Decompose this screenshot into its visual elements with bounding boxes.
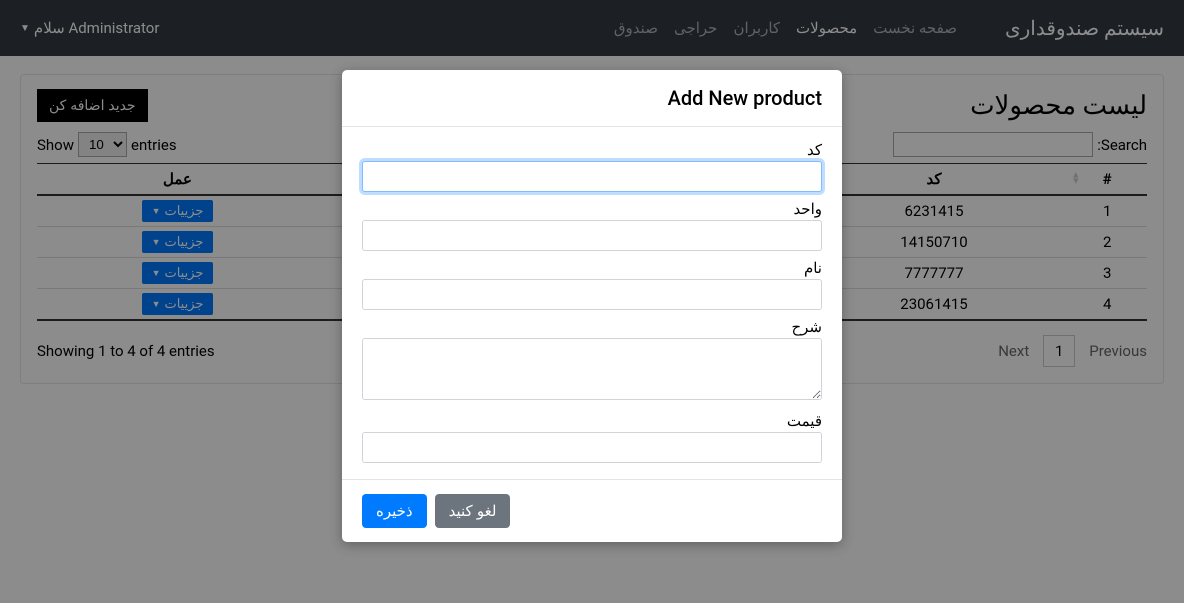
- input-name[interactable]: [362, 279, 822, 310]
- input-price[interactable]: [362, 432, 822, 463]
- add-product-modal: Add New product کد واحد نام شرح قیمت: [342, 70, 842, 542]
- label-name: نام: [362, 259, 822, 277]
- label-code: کد: [362, 141, 822, 159]
- modal-body: کد واحد نام شرح قیمت: [342, 127, 842, 479]
- label-unit: واحد: [362, 200, 822, 218]
- cancel-button[interactable]: لغو کنید: [435, 494, 511, 528]
- label-desc: شرح: [362, 318, 822, 336]
- save-button[interactable]: ذخیره: [362, 494, 427, 528]
- input-unit[interactable]: [362, 220, 822, 251]
- modal-footer: ذخیره لغو کنید: [342, 479, 842, 542]
- modal-title: Add New product: [362, 86, 822, 110]
- input-code[interactable]: [362, 161, 822, 192]
- input-desc[interactable]: [362, 338, 822, 400]
- modal-overlay[interactable]: Add New product کد واحد نام شرح قیمت: [0, 0, 1184, 603]
- label-price: قیمت: [362, 412, 822, 430]
- modal-header: Add New product: [342, 70, 842, 127]
